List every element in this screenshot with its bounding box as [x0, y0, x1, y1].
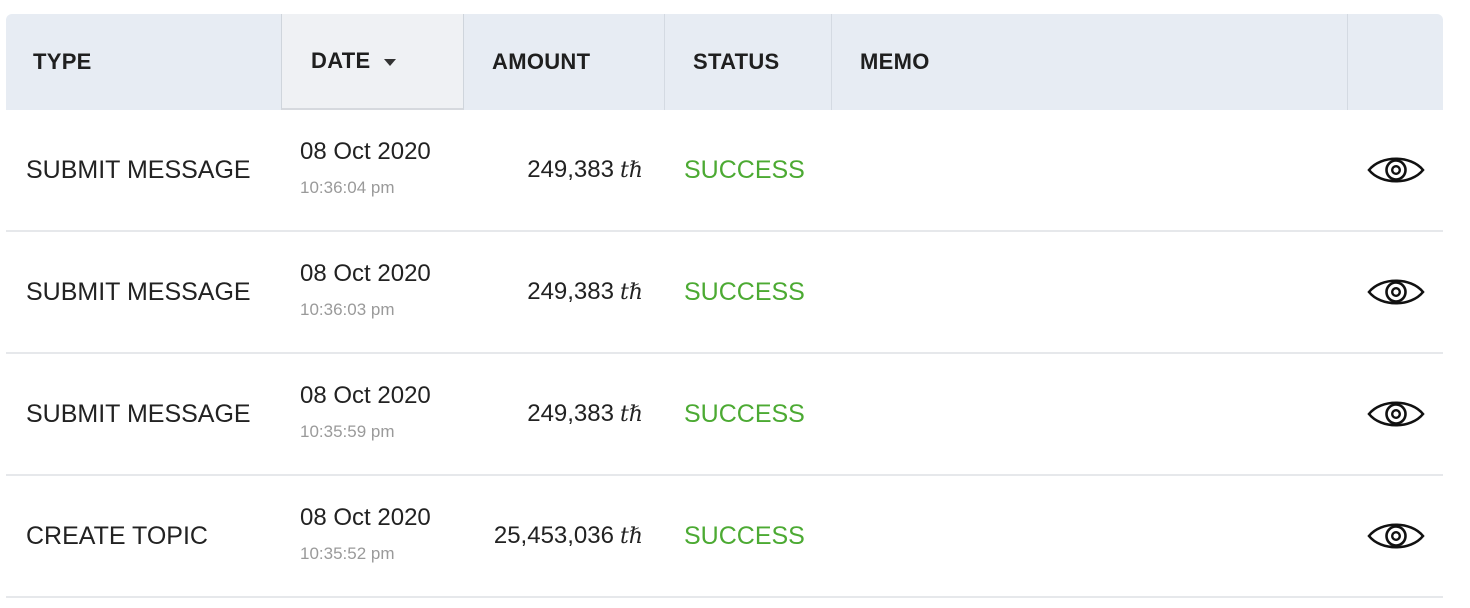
transaction-date-cell: 08 Oct 2020 10:35:52 pm — [281, 476, 464, 596]
column-header-status-label: STATUS — [693, 49, 780, 74]
transaction-amount: 249,383 — [527, 156, 614, 183]
transaction-time: 10:35:52 pm — [300, 544, 395, 563]
amount-unit: tℏ — [619, 157, 643, 183]
caret-down-icon — [384, 58, 397, 66]
column-header-amount-label: AMOUNT — [492, 49, 591, 74]
view-details-button[interactable] — [1366, 150, 1426, 190]
transaction-amount-cell: 249,383 tℏ — [464, 232, 665, 352]
status-badge: SUCCESS — [684, 155, 805, 184]
transactions-table: TYPE DATE AMOUNT STATUS MEMO SUBMIT MESS… — [6, 14, 1443, 598]
amount-unit: tℏ — [619, 401, 643, 427]
eye-icon — [1366, 523, 1425, 549]
transaction-amount-cell: 249,383 tℏ — [464, 110, 665, 230]
column-header-amount[interactable]: AMOUNT — [464, 14, 665, 110]
transaction-time: 10:36:03 pm — [300, 300, 395, 319]
table-body: SUBMIT MESSAGE 08 Oct 2020 10:36:04 pm 2… — [6, 110, 1443, 598]
column-header-date-label: DATE — [311, 48, 371, 73]
transaction-amount-cell: 249,383 tℏ — [464, 354, 665, 474]
transaction-type: SUBMIT MESSAGE — [26, 399, 251, 428]
amount-unit: tℏ — [619, 279, 643, 305]
column-header-date[interactable]: DATE — [281, 14, 464, 110]
transaction-date: 08 Oct 2020 — [300, 260, 431, 287]
transaction-time: 10:36:04 pm — [300, 178, 395, 197]
row-action-cell — [1348, 232, 1443, 352]
table-row[interactable]: SUBMIT MESSAGE 08 Oct 2020 10:36:03 pm 2… — [6, 232, 1443, 354]
transaction-time: 10:35:59 pm — [300, 422, 395, 441]
transaction-date-cell: 08 Oct 2020 10:35:59 pm — [281, 354, 464, 474]
transaction-date-cell: 08 Oct 2020 10:36:04 pm — [281, 110, 464, 230]
table-row[interactable]: SUBMIT MESSAGE 08 Oct 2020 10:36:04 pm 2… — [6, 110, 1443, 232]
table-row[interactable]: CREATE TOPIC 08 Oct 2020 10:35:52 pm 25,… — [6, 476, 1443, 598]
view-details-button[interactable] — [1366, 272, 1426, 312]
amount-unit: tℏ — [619, 523, 643, 549]
column-header-memo[interactable]: MEMO — [832, 14, 1348, 110]
status-badge: SUCCESS — [684, 399, 805, 428]
transaction-amount-cell: 25,453,036 tℏ — [464, 476, 665, 596]
eye-icon — [1366, 279, 1425, 305]
transaction-date: 08 Oct 2020 — [300, 138, 431, 165]
transaction-type: SUBMIT MESSAGE — [26, 155, 251, 184]
column-header-status[interactable]: STATUS — [665, 14, 832, 110]
transaction-type: CREATE TOPIC — [26, 521, 208, 550]
column-header-type[interactable]: TYPE — [6, 14, 281, 110]
view-details-button[interactable] — [1366, 394, 1426, 434]
transaction-amount: 249,383 — [527, 400, 614, 427]
row-action-cell — [1348, 476, 1443, 596]
column-header-actions — [1348, 14, 1443, 110]
table-row[interactable]: SUBMIT MESSAGE 08 Oct 2020 10:35:59 pm 2… — [6, 354, 1443, 476]
table-header: TYPE DATE AMOUNT STATUS MEMO — [6, 14, 1443, 110]
status-badge: SUCCESS — [684, 277, 805, 306]
row-action-cell — [1348, 110, 1443, 230]
column-header-type-label: TYPE — [33, 49, 92, 74]
transaction-date: 08 Oct 2020 — [300, 504, 431, 531]
transaction-amount: 25,453,036 — [493, 522, 614, 549]
column-header-memo-label: MEMO — [860, 49, 930, 74]
row-action-cell — [1348, 354, 1443, 474]
transaction-type: SUBMIT MESSAGE — [26, 277, 251, 306]
status-badge: SUCCESS — [684, 521, 805, 550]
view-details-button[interactable] — [1366, 516, 1426, 556]
transaction-date: 08 Oct 2020 — [300, 382, 431, 409]
eye-icon — [1366, 401, 1425, 427]
eye-icon — [1366, 157, 1425, 183]
transaction-amount: 249,383 — [527, 278, 614, 305]
transaction-date-cell: 08 Oct 2020 10:36:03 pm — [281, 232, 464, 352]
